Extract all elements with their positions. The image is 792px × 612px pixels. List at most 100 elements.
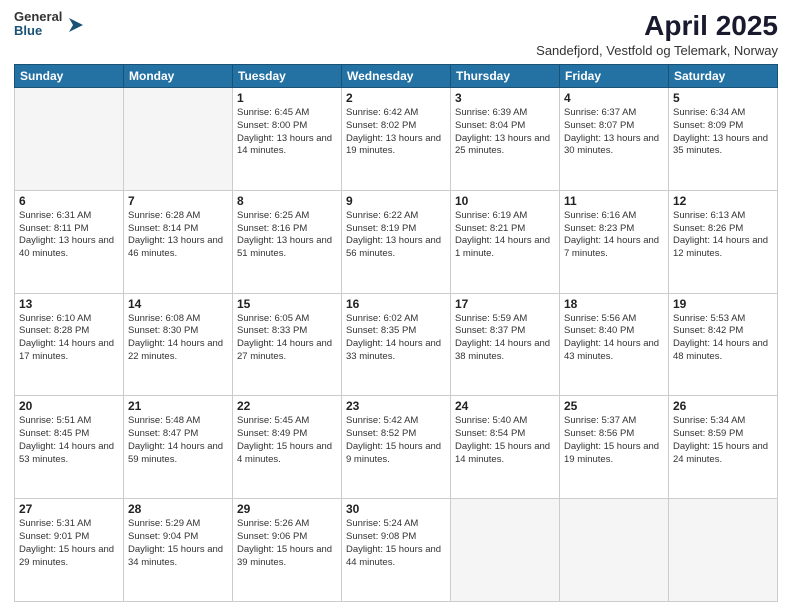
day-info: Sunrise: 6:45 AM Sunset: 8:00 PM Dayligh… [237,107,337,158]
table-row: 6 Sunrise: 6:31 AM Sunset: 8:11 PM Daylig… [15,190,124,293]
day-number: 23 [346,399,446,413]
table-row: 13Sunrise: 6:10 AM Sunset: 8:28 PM Dayli… [15,293,124,396]
col-monday: Monday [124,65,233,88]
day-number: 16 [346,297,446,311]
day-info: Sunrise: 5:51 AM Sunset: 8:45 PM Dayligh… [19,415,119,466]
table-row: 27 Sunrise: 5:31 AM Sunset: 9:01 PM Dayli… [15,499,124,602]
table-row: 22Sunrise: 5:45 AM Sunset: 8:49 PM Dayli… [233,396,342,499]
table-row [669,499,778,602]
col-wednesday: Wednesday [342,65,451,88]
table-row: 23 Sunrise: 5:42 AM Sunset: 8:52 PM Dayli… [342,396,451,499]
logo-text: General Blue [14,10,62,39]
day-number: 20 [19,399,119,413]
day-number: 1 [237,91,337,105]
day-info: Sunrise: 5:31 AM Sunset: 9:01 PM Dayligh… [19,518,119,569]
table-row: 15 Sunrise: 6:05 AM Sunset: 8:33 PM Dayli… [233,293,342,396]
calendar-row: 13Sunrise: 6:10 AM Sunset: 8:28 PM Dayli… [15,293,778,396]
day-number: 25 [564,399,664,413]
table-row: 7 Sunrise: 6:28 AM Sunset: 8:14 PM Daylig… [124,190,233,293]
day-number: 18 [564,297,664,311]
day-number: 8 [237,194,337,208]
day-number: 7 [128,194,228,208]
table-row: 28Sunrise: 5:29 AM Sunset: 9:04 PM Dayli… [124,499,233,602]
day-info: Sunrise: 5:56 AM Sunset: 8:40 PM Dayligh… [564,313,664,364]
table-row: 3 Sunrise: 6:39 AM Sunset: 8:04 PM Daylig… [451,88,560,191]
day-number: 6 [19,194,119,208]
day-number: 9 [346,194,446,208]
table-row: 20 Sunrise: 5:51 AM Sunset: 8:45 PM Dayli… [15,396,124,499]
day-number: 30 [346,502,446,516]
table-row: 25 Sunrise: 5:37 AM Sunset: 8:56 PM Dayli… [560,396,669,499]
day-number: 27 [19,502,119,516]
day-info: Sunrise: 5:37 AM Sunset: 8:56 PM Dayligh… [564,415,664,466]
table-row: 5 Sunrise: 6:34 AM Sunset: 8:09 PM Daylig… [669,88,778,191]
day-info: Sunrise: 6:37 AM Sunset: 8:07 PM Dayligh… [564,107,664,158]
day-info: Sunrise: 5:45 AM Sunset: 8:49 PM Dayligh… [237,415,337,466]
day-info: Sunrise: 5:53 AM Sunset: 8:42 PM Dayligh… [673,313,773,364]
day-number: 10 [455,194,555,208]
day-info: Sunrise: 6:28 AM Sunset: 8:14 PM Dayligh… [128,210,228,261]
day-number: 3 [455,91,555,105]
col-thursday: Thursday [451,65,560,88]
table-row [124,88,233,191]
day-info: Sunrise: 6:42 AM Sunset: 8:02 PM Dayligh… [346,107,446,158]
day-info: Sunrise: 5:34 AM Sunset: 8:59 PM Dayligh… [673,415,773,466]
day-number: 5 [673,91,773,105]
day-info: Sunrise: 5:24 AM Sunset: 9:08 PM Dayligh… [346,518,446,569]
month-year: April 2025 [536,10,778,42]
calendar-row: 1 Sunrise: 6:45 AM Sunset: 8:00 PM Daylig… [15,88,778,191]
day-number: 15 [237,297,337,311]
table-row: 26 Sunrise: 5:34 AM Sunset: 8:59 PM Dayli… [669,396,778,499]
col-friday: Friday [560,65,669,88]
day-info: Sunrise: 5:48 AM Sunset: 8:47 PM Dayligh… [128,415,228,466]
day-info: Sunrise: 6:31 AM Sunset: 8:11 PM Dayligh… [19,210,119,261]
table-row: 4 Sunrise: 6:37 AM Sunset: 8:07 PM Daylig… [560,88,669,191]
day-info: Sunrise: 6:05 AM Sunset: 8:33 PM Dayligh… [237,313,337,364]
day-info: Sunrise: 5:29 AM Sunset: 9:04 PM Dayligh… [128,518,228,569]
day-info: Sunrise: 5:42 AM Sunset: 8:52 PM Dayligh… [346,415,446,466]
day-info: Sunrise: 6:22 AM Sunset: 8:19 PM Dayligh… [346,210,446,261]
header: General Blue April 2025 Sandefjord, Vest… [14,10,778,58]
day-number: 19 [673,297,773,311]
day-info: Sunrise: 6:25 AM Sunset: 8:16 PM Dayligh… [237,210,337,261]
day-info: Sunrise: 6:39 AM Sunset: 8:04 PM Dayligh… [455,107,555,158]
day-number: 12 [673,194,773,208]
table-row: 24 Sunrise: 5:40 AM Sunset: 8:54 PM Dayli… [451,396,560,499]
table-row: 19 Sunrise: 5:53 AM Sunset: 8:42 PM Dayli… [669,293,778,396]
calendar-table: Sunday Monday Tuesday Wednesday Thursday… [14,64,778,602]
day-number: 26 [673,399,773,413]
calendar-header-row: Sunday Monday Tuesday Wednesday Thursday… [15,65,778,88]
logo-general: General [14,10,62,24]
table-row: 16 Sunrise: 6:02 AM Sunset: 8:35 PM Dayli… [342,293,451,396]
col-tuesday: Tuesday [233,65,342,88]
table-row [560,499,669,602]
day-number: 11 [564,194,664,208]
day-number: 13 [19,297,119,311]
table-row: 30 Sunrise: 5:24 AM Sunset: 9:08 PM Dayli… [342,499,451,602]
table-row: 29Sunrise: 5:26 AM Sunset: 9:06 PM Dayli… [233,499,342,602]
table-row: 2 Sunrise: 6:42 AM Sunset: 8:02 PM Daylig… [342,88,451,191]
logo-icon [65,14,87,36]
table-row [451,499,560,602]
table-row: 18 Sunrise: 5:56 AM Sunset: 8:40 PM Dayli… [560,293,669,396]
day-number: 29 [237,502,337,516]
table-row: 11Sunrise: 6:16 AM Sunset: 8:23 PM Dayli… [560,190,669,293]
table-row: 17 Sunrise: 5:59 AM Sunset: 8:37 PM Dayli… [451,293,560,396]
table-row: 9 Sunrise: 6:22 AM Sunset: 8:19 PM Daylig… [342,190,451,293]
day-number: 17 [455,297,555,311]
day-info: Sunrise: 5:40 AM Sunset: 8:54 PM Dayligh… [455,415,555,466]
location: Sandefjord, Vestfold og Telemark, Norway [536,43,778,58]
logo-blue: Blue [14,24,62,38]
calendar-row: 27 Sunrise: 5:31 AM Sunset: 9:01 PM Dayli… [15,499,778,602]
day-info: Sunrise: 6:19 AM Sunset: 8:21 PM Dayligh… [455,210,555,261]
page: General Blue April 2025 Sandefjord, Vest… [0,0,792,612]
day-number: 2 [346,91,446,105]
col-saturday: Saturday [669,65,778,88]
day-number: 4 [564,91,664,105]
day-info: Sunrise: 6:13 AM Sunset: 8:26 PM Dayligh… [673,210,773,261]
day-info: Sunrise: 6:34 AM Sunset: 8:09 PM Dayligh… [673,107,773,158]
day-number: 24 [455,399,555,413]
day-info: Sunrise: 5:59 AM Sunset: 8:37 PM Dayligh… [455,313,555,364]
day-info: Sunrise: 6:02 AM Sunset: 8:35 PM Dayligh… [346,313,446,364]
table-row: 8 Sunrise: 6:25 AM Sunset: 8:16 PM Daylig… [233,190,342,293]
